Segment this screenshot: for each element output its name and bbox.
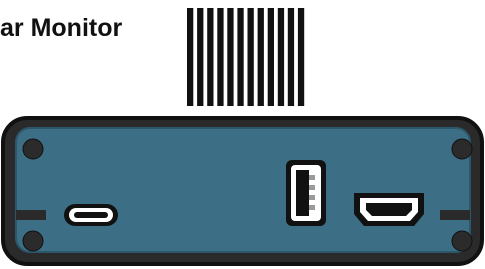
micro-usb-port-icon (64, 204, 118, 226)
heatsink-fin (277, 8, 285, 106)
heatsink-fin (287, 8, 295, 106)
heatsink-icon (187, 8, 305, 106)
screw-bottom-right-icon (451, 230, 473, 252)
heatsink-fin (187, 8, 194, 106)
heatsink-fin (217, 8, 224, 106)
screw-top-left-icon (22, 138, 44, 160)
hdmi-port-icon (354, 193, 424, 226)
screw-bottom-left-icon (22, 230, 44, 252)
screw-top-right-icon (451, 138, 473, 160)
usb-pin (309, 195, 315, 200)
device-drawing (1, 8, 484, 266)
heatsink-fin (227, 8, 234, 106)
heatsink-fin (237, 8, 244, 106)
heatsink-fin (297, 8, 305, 106)
heatsink-fin (207, 8, 214, 106)
heatsink-fin (267, 8, 274, 106)
usb-pin (309, 185, 315, 190)
heatsink-fin (257, 8, 264, 106)
device-panel (15, 127, 471, 253)
usb-a-port-icon (286, 160, 326, 226)
usb-pin (309, 175, 315, 180)
heatsink-fin (197, 8, 204, 106)
product-illustration: ar Monitor (0, 0, 485, 269)
heatsink-fin (247, 8, 254, 106)
usb-pin (309, 205, 315, 210)
